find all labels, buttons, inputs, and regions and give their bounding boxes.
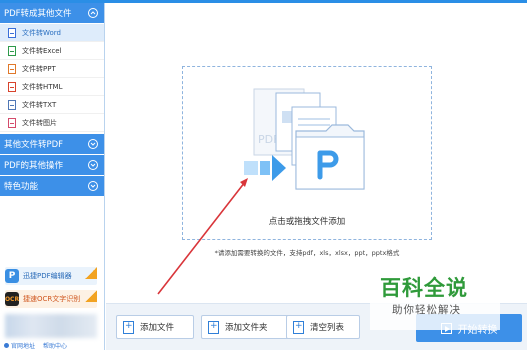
category-pdf-other-ops[interactable]: PDF的其他操作: [0, 155, 104, 175]
html-file-icon: [8, 81, 16, 92]
promo-label: 捷速OCR文字识别: [23, 295, 81, 303]
category-other-to-pdf[interactable]: 其他文件转PDF: [0, 134, 104, 154]
promo-pdf-editor[interactable]: P 迅捷PDF编辑器: [5, 267, 97, 285]
sidebar-item-label: 文件转PPT: [22, 64, 56, 73]
sidebar-item-label: 文件转Excel: [22, 46, 62, 55]
corner-ribbon-icon: [85, 267, 97, 279]
ocr-icon: OCR: [5, 292, 19, 306]
promo-label: 迅捷PDF编辑器: [23, 272, 72, 280]
add-folder-button[interactable]: 添加文件夹: [201, 315, 295, 339]
sidebar-item-to-word[interactable]: 文件转Word: [0, 24, 104, 42]
watermark-title: 百科全说: [380, 276, 468, 300]
ppt-file-icon: [8, 63, 16, 74]
sidebar-item-label: 文件转图片: [22, 118, 57, 127]
chevron-down-icon: [88, 160, 98, 170]
drop-files-illustration: PDF: [244, 88, 365, 190]
chevron-down-icon: [88, 181, 98, 191]
excel-file-icon: [8, 45, 16, 56]
chevron-up-icon: [88, 8, 98, 18]
official-site-link[interactable]: 官网地址: [4, 341, 35, 350]
sidebar-footer: 官网地址 帮助中心: [4, 341, 67, 350]
word-file-icon: [8, 27, 16, 38]
txt-file-icon: [8, 99, 16, 110]
category-label: 其他文件转PDF: [4, 140, 64, 150]
clear-list-button[interactable]: 清空列表: [286, 315, 360, 339]
sidebar-item-to-ppt[interactable]: 文件转PPT: [0, 60, 104, 78]
image-file-icon: [8, 117, 16, 128]
sidebar: PDF转成其他文件 文件转Word 文件转Excel 文件转PPT 文件转HTM…: [0, 3, 105, 350]
corner-ribbon-icon: [85, 290, 97, 302]
conversion-list: 文件转Word 文件转Excel 文件转PPT 文件转HTML 文件转TXT 文…: [0, 24, 104, 134]
category-label: 特色功能: [4, 182, 39, 192]
category-features[interactable]: 特色功能: [0, 176, 104, 196]
add-file-button[interactable]: 添加文件: [116, 315, 194, 339]
promo-ocr[interactable]: OCR 捷速OCR文字识别: [5, 290, 97, 308]
blurred-ad: [5, 314, 97, 338]
drop-instruction: 点击或拖拽文件添加: [268, 217, 346, 227]
globe-icon: [4, 343, 9, 348]
add-file-icon: [123, 320, 134, 334]
sidebar-item-label: 文件转HTML: [22, 82, 63, 91]
pdf-editor-icon: P: [5, 269, 19, 283]
sidebar-item-label: 文件转Word: [22, 28, 61, 37]
help-center-link[interactable]: 帮助中心: [43, 341, 67, 350]
supported-formats-hint: *请添加需要转换的文件，支持pdf，xls，xlsx，ppt，pptx格式: [214, 249, 400, 257]
add-folder-label: 添加文件夹: [225, 323, 268, 333]
sidebar-item-to-image[interactable]: 文件转图片: [0, 114, 104, 132]
clear-list-label: 清空列表: [310, 323, 345, 333]
sidebar-item-to-html[interactable]: 文件转HTML: [0, 78, 104, 96]
file-drop-zone[interactable]: PDF 点击或拖拽文件添加: [182, 66, 432, 240]
sidebar-item-label: 文件转TXT: [22, 100, 57, 109]
add-folder-icon: [208, 320, 219, 334]
watermark: 百科全说 助你轻松解决: [370, 270, 500, 330]
sidebar-item-to-txt[interactable]: 文件转TXT: [0, 96, 104, 114]
category-label: PDF转成其他文件: [4, 9, 72, 19]
clear-list-icon: [293, 320, 304, 334]
category-pdf-to-other[interactable]: PDF转成其他文件: [0, 3, 104, 23]
category-label: PDF的其他操作: [4, 161, 64, 171]
watermark-subtitle: 助你轻松解决: [392, 304, 461, 316]
sidebar-item-to-excel[interactable]: 文件转Excel: [0, 42, 104, 60]
add-file-label: 添加文件: [140, 323, 175, 333]
chevron-down-icon: [88, 139, 98, 149]
